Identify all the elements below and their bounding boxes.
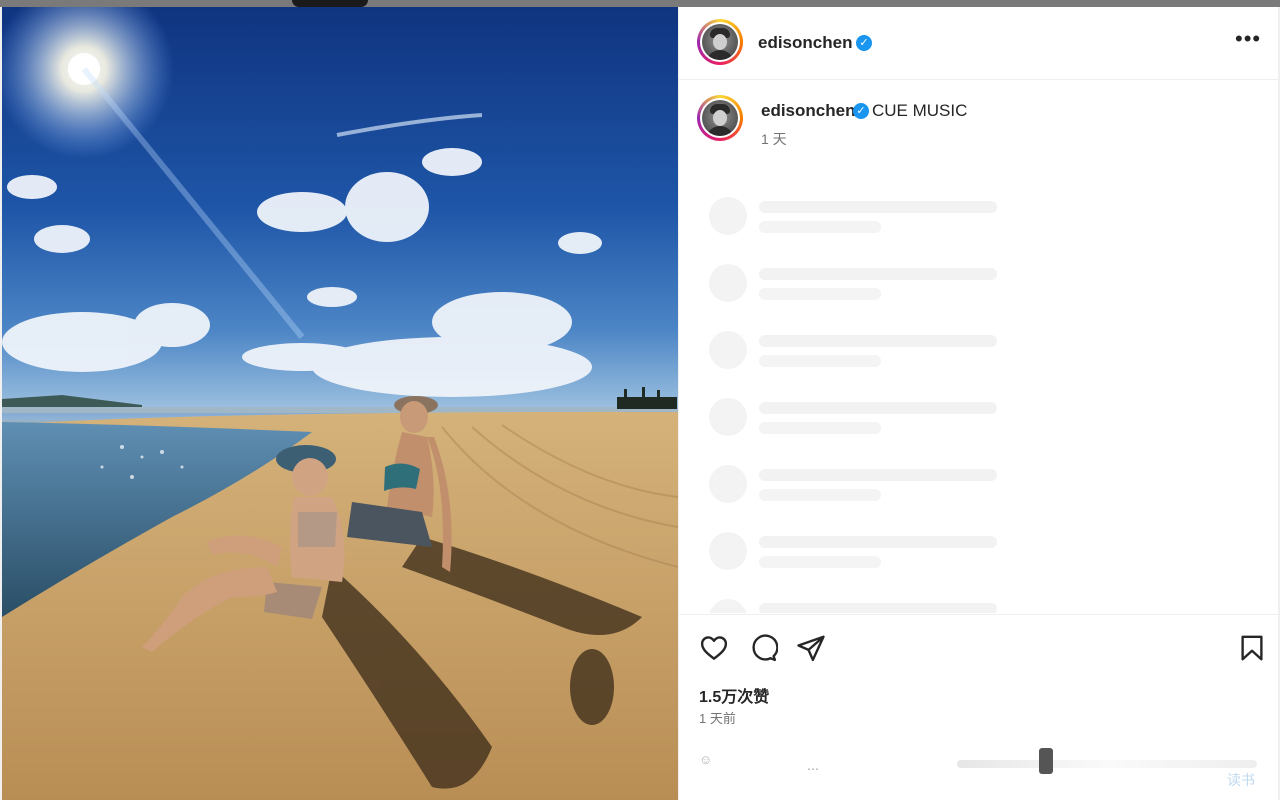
top-notch (292, 0, 368, 7)
beach-photo-illustration (2, 7, 678, 800)
caption-username[interactable]: edisonchen (761, 101, 855, 121)
comment-skeleton (709, 599, 1009, 613)
comment-skeleton (709, 331, 1009, 371)
post-dialog: edisonchen ✓ ••• edisonchen ✓ CUE MUSIC … (2, 7, 1278, 800)
obscured-overlay (957, 760, 1257, 768)
comment-input-area[interactable]: ☺ ⋯ 读书 (679, 740, 1278, 800)
share-icon[interactable] (796, 633, 826, 663)
header-divider (679, 79, 1278, 80)
profile-picture (702, 100, 738, 136)
comment-skeleton (709, 197, 1009, 237)
comment-skeleton (709, 264, 1009, 304)
header-username[interactable]: edisonchen (758, 33, 852, 53)
more-options-icon[interactable]: ••• (1235, 28, 1260, 50)
emoji-icon[interactable]: ☺ (699, 752, 712, 767)
bookmark-icon[interactable] (1237, 633, 1267, 663)
actions-divider (679, 614, 1278, 615)
comment-skeleton (709, 532, 1009, 572)
caption-text: CUE MUSIC (872, 101, 968, 120)
watermark: 读书 (1227, 772, 1255, 788)
caption-avatar[interactable] (697, 95, 743, 141)
verified-badge-icon: ✓ (853, 103, 869, 119)
profile-picture (702, 24, 738, 60)
caption-time: 1 天 (761, 131, 787, 147)
obscured-overlay-handle (1039, 748, 1053, 774)
obscured-text: ⋯ (807, 762, 819, 776)
comment-skeleton (709, 465, 1009, 505)
header-avatar[interactable] (697, 19, 743, 65)
post-timestamp[interactable]: 1 天前 (699, 708, 736, 727)
comment-skeleton (709, 398, 1009, 438)
heart-icon[interactable] (699, 633, 729, 663)
post-details-panel: edisonchen ✓ ••• edisonchen ✓ CUE MUSIC … (678, 7, 1278, 800)
post-photo[interactable] (2, 7, 678, 800)
browser-top-bar (0, 0, 1280, 7)
comment-icon[interactable] (748, 633, 779, 663)
verified-badge-icon: ✓ (856, 35, 872, 51)
like-count[interactable]: 1.5万次赞 (699, 683, 769, 707)
